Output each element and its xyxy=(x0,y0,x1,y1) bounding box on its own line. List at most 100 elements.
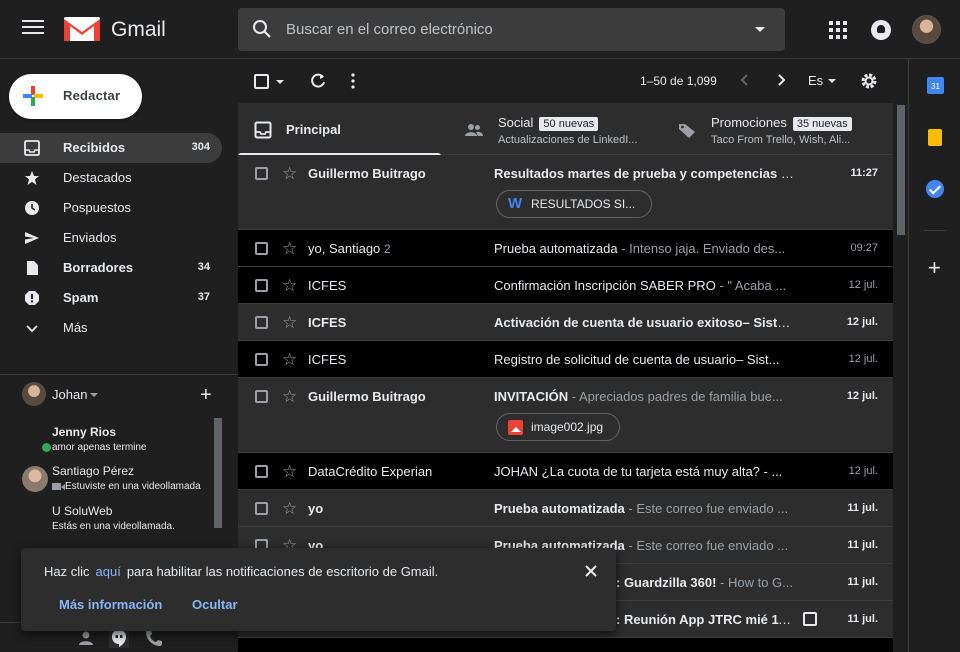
email-row[interactable]: ☆ Guillermo Buitrago Resultados martes d… xyxy=(238,155,893,230)
contact-status: Estuviste en una videollamada xyxy=(52,481,201,492)
email-subject-text: Resultados martes de prueba y competenci… xyxy=(494,166,794,181)
email-date: 11 jul. xyxy=(847,502,878,514)
tab-title: Social 50 nuevas xyxy=(498,115,599,131)
inbox-icon xyxy=(24,140,40,156)
nav-item-inbox[interactable]: Recibidos 304 xyxy=(0,133,222,163)
contact-item[interactable]: Santiago Pérez Estuviste en una videolla… xyxy=(22,460,217,498)
search-options-icon[interactable] xyxy=(755,27,765,32)
nav-item-drafts[interactable]: Borradores 34 xyxy=(0,253,222,283)
search-input[interactable] xyxy=(286,8,746,51)
person-icon[interactable] xyxy=(76,628,96,648)
star-icon[interactable]: ☆ xyxy=(282,277,297,294)
email-subject: Confirmación Inscripción SABER PRO - " A… xyxy=(494,278,794,293)
close-icon[interactable] xyxy=(584,564,598,578)
contacts-scrollbar[interactable] xyxy=(214,418,222,528)
star-icon[interactable]: ☆ xyxy=(282,165,297,182)
select-options-icon[interactable] xyxy=(276,80,284,84)
nav-item-more[interactable]: Más xyxy=(0,313,222,343)
hangouts-chat-icon[interactable] xyxy=(109,628,129,648)
row-checkbox[interactable] xyxy=(255,353,268,366)
add-addon-icon[interactable]: + xyxy=(928,257,941,279)
phone-icon[interactable] xyxy=(143,628,163,648)
star-icon[interactable]: ☆ xyxy=(282,500,297,517)
email-row[interactable]: ☆ ICFES Confirmación Inscripción SABER P… xyxy=(238,267,893,304)
email-snippet: - " Acaba ... xyxy=(715,278,787,293)
tag-icon xyxy=(679,124,695,138)
nav-item-starred[interactable]: Destacados xyxy=(0,163,222,193)
toast-text-before: Haz clic xyxy=(44,564,90,579)
chevron-down-icon xyxy=(26,325,38,333)
star-icon[interactable]: ☆ xyxy=(282,314,297,331)
email-subject-text: Registro de solicitud de cuenta de usuar… xyxy=(494,352,780,367)
enable-notifications-link[interactable]: aquí xyxy=(96,564,121,579)
nav-item-spam[interactable]: Spam 37 xyxy=(0,283,222,313)
email-row[interactable]: ☆ Guillermo Buitrago INVITACIÓN - Apreci… xyxy=(238,378,893,453)
account-avatar[interactable] xyxy=(912,15,941,44)
row-checkbox[interactable] xyxy=(255,242,268,255)
select-all-checkbox[interactable] xyxy=(254,74,269,89)
main-menu-button[interactable] xyxy=(22,20,44,38)
star-icon[interactable]: ☆ xyxy=(282,351,297,368)
hide-toast-button[interactable]: Ocultar xyxy=(192,597,238,612)
attachment-name: image002.jpg xyxy=(531,420,604,434)
refresh-icon[interactable] xyxy=(309,72,327,90)
nav-item-snoozed[interactable]: Pospuestos xyxy=(0,193,222,223)
tab-title-text: Promociones xyxy=(711,115,787,130)
row-checkbox[interactable] xyxy=(255,167,268,180)
attachment-chip[interactable]: image002.jpg xyxy=(496,413,621,441)
contact-item[interactable]: Jenny Rios amor apenas termine xyxy=(22,421,217,459)
input-language-selector[interactable]: Es xyxy=(808,73,823,88)
header: Gmail xyxy=(0,0,960,59)
email-subject: Activación de cuenta de usuario exitoso–… xyxy=(494,315,794,330)
search-icon[interactable] xyxy=(252,19,272,39)
email-row[interactable]: ☆ ICFES Activación de cuenta de usuario … xyxy=(238,304,893,341)
email-row[interactable]: ☆ ICFES Registro de solicitud de cuenta … xyxy=(238,341,893,378)
more-options-icon[interactable] xyxy=(351,73,355,89)
row-checkbox[interactable] xyxy=(255,465,268,478)
gear-icon[interactable] xyxy=(860,72,878,90)
next-page-icon[interactable] xyxy=(774,73,788,87)
attachment-chip[interactable]: W RESULTADOS SI... xyxy=(496,190,653,218)
email-list-scrollbar[interactable] xyxy=(897,105,905,235)
avatar xyxy=(22,382,46,406)
email-row[interactable]: ☆ yo Prueba automatizada - Este correo f… xyxy=(238,490,893,527)
caret-down-icon[interactable] xyxy=(828,79,836,83)
tab-primary[interactable]: Principal xyxy=(238,103,441,156)
email-subject: : Reunión App JTRC mié 11... xyxy=(616,612,796,627)
tab-promotions[interactable]: Promociones 35 nuevas Taco From Trello, W… xyxy=(676,103,891,155)
email-sender: ICFES xyxy=(308,315,347,330)
tasks-icon[interactable] xyxy=(926,180,944,198)
row-checkbox[interactable] xyxy=(255,279,268,292)
row-checkbox[interactable] xyxy=(255,390,268,403)
add-contact-icon[interactable]: + xyxy=(200,385,212,405)
contact-item[interactable]: U SoluWeb Estás en una videollamada. xyxy=(22,500,217,538)
contact-status-text: Estuviste en una videollamada xyxy=(65,481,201,492)
notifications-icon[interactable] xyxy=(871,20,891,40)
calendar-icon[interactable]: 31 xyxy=(927,77,944,94)
keep-icon[interactable] xyxy=(928,129,942,146)
email-subject: Registro de solicitud de cuenta de usuar… xyxy=(494,352,794,367)
folder-nav: Recibidos 304 Destacados Pospuestos Envi… xyxy=(0,133,238,343)
email-subject-text: INVITACIÓN xyxy=(494,389,569,404)
star-icon[interactable]: ☆ xyxy=(282,240,297,257)
compose-button[interactable]: Redactar xyxy=(9,74,142,119)
nav-label: Más xyxy=(63,320,88,335)
email-date: 11 jul. xyxy=(847,539,878,551)
inbox-icon xyxy=(254,121,272,139)
more-info-link[interactable]: Más información xyxy=(59,597,162,612)
email-row[interactable]: ☆ DataCrédito Experian JOHAN ¿La cuota d… xyxy=(238,453,893,490)
calendar-event-icon[interactable] xyxy=(803,612,817,626)
row-checkbox[interactable] xyxy=(255,316,268,329)
email-row[interactable] xyxy=(238,638,893,652)
tab-social[interactable]: Social 50 nuevas Actualizaciones de Linke… xyxy=(456,103,666,155)
email-row[interactable]: ☆ yo, Santiago 2 Prueba automatizada - I… xyxy=(238,230,893,267)
row-checkbox[interactable] xyxy=(255,502,268,515)
gmail-logo-icon[interactable] xyxy=(64,15,100,43)
email-date: 11 jul. xyxy=(847,576,878,588)
star-icon[interactable]: ☆ xyxy=(282,463,297,480)
previous-page-icon[interactable] xyxy=(738,73,752,87)
star-icon[interactable]: ☆ xyxy=(282,388,297,405)
hangouts-user-switcher[interactable]: Johan xyxy=(22,382,222,406)
nav-item-sent[interactable]: Enviados xyxy=(0,223,222,253)
apps-grid-icon[interactable] xyxy=(829,21,847,39)
